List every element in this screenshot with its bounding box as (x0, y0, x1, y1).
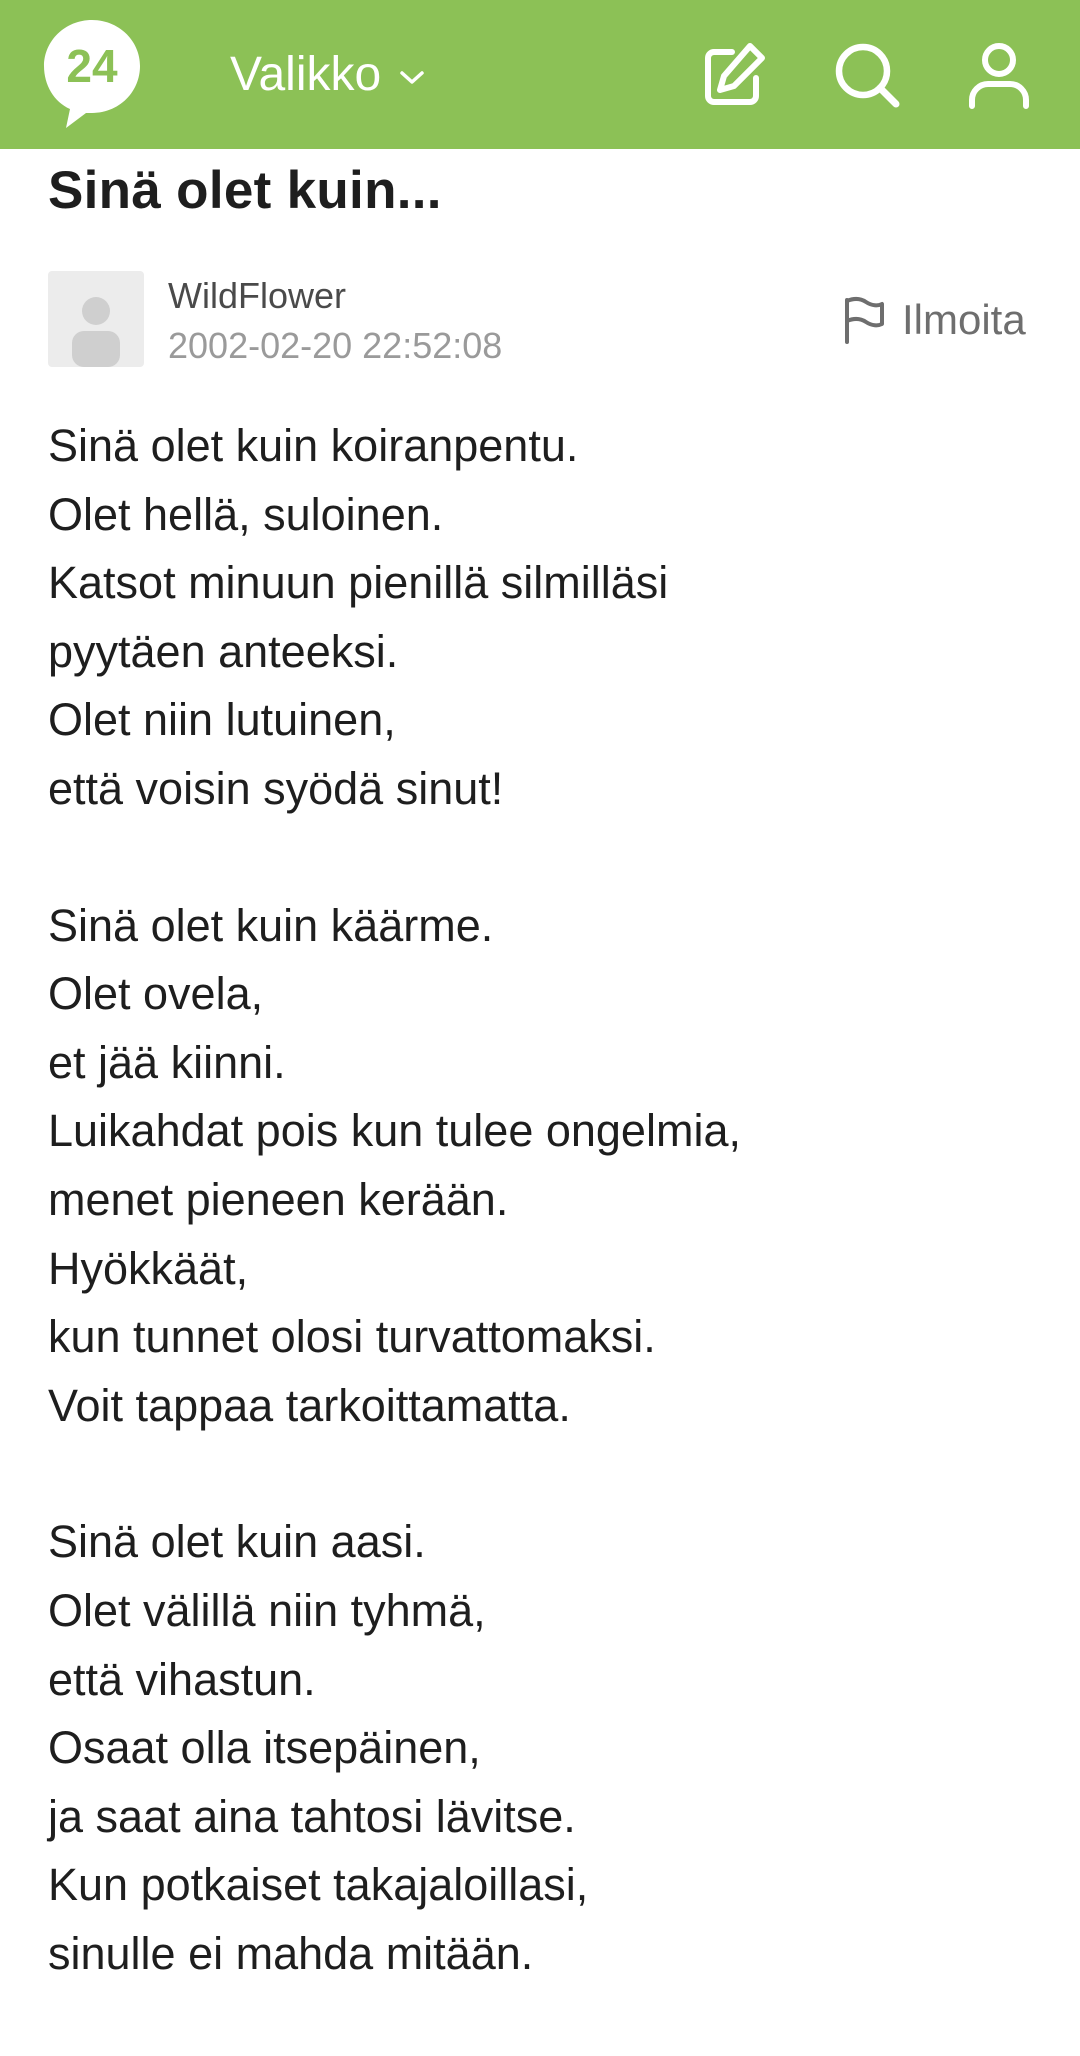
menu-label: Valikko (230, 47, 382, 101)
poem-line: Voit tappaa tarkoittamatta. (48, 1379, 571, 1431)
poem-line: että voisin syödä sinut! (48, 762, 504, 814)
poem-line: menet pieneen kerään. (48, 1173, 509, 1225)
report-button[interactable]: Ilmoita (842, 296, 1026, 344)
top-navigation-bar: 24 Valikko (0, 0, 1080, 149)
poem-line: Sinä olet kuin aasi. (48, 1516, 426, 1568)
logo-bubble-icon: 24 (44, 20, 140, 128)
poem-line: pyytäen anteeksi. (48, 625, 399, 677)
search-icon (835, 43, 900, 108)
poem-line: Kun potkaiset takajaloillasi, (48, 1859, 589, 1911)
report-label: Ilmoita (902, 296, 1026, 343)
chevron-down-icon (400, 71, 424, 84)
poem-line: Olet niin lutuinen, (48, 694, 396, 746)
post-timestamp: 2002-02-20 22:52:08 (168, 325, 503, 366)
poem-line: Olet hellä, suloinen. (48, 488, 444, 540)
poem-line: Olet ovela, (48, 968, 264, 1020)
poem-line: Sinä olet kuin koiranpentu. (48, 420, 579, 471)
menu-dropdown-button[interactable]: Valikko (230, 44, 425, 104)
poem-line: Hyökkäät, (48, 1242, 249, 1294)
stanza: Sinä olet kuin koiranpentu. Olet hellä, … (48, 412, 1048, 824)
new-post-button[interactable] (698, 40, 768, 110)
poem-line: kun tunnet olosi turvattomaksi. (48, 1311, 656, 1363)
stanza: Sinä olet kuin käärme. Olet ovela, et jä… (48, 892, 1048, 1441)
poem-line: että vihastun. (48, 1653, 316, 1705)
poem-line: et jää kiinni. (48, 1036, 286, 1088)
poem-line: sinulle ei mahda mitään. (48, 1927, 534, 1979)
post-body: Sinä olet kuin koiranpentu. Olet hellä, … (48, 412, 1048, 2056)
poem-line: Luikahdat pois kun tulee ongelmia, (48, 1105, 741, 1157)
poem-line: Osaat olla itsepäinen, (48, 1722, 481, 1774)
avatar (48, 271, 144, 367)
logo-text: 24 (66, 40, 118, 92)
author-name[interactable]: WildFlower (168, 275, 346, 317)
account-button[interactable] (964, 40, 1034, 110)
poem-line: Olet välillä niin tyhmä, (48, 1584, 486, 1636)
poem-line: ja saat aina tahtosi lävitse. (48, 1790, 576, 1842)
user-placeholder-icon (72, 297, 120, 367)
search-button[interactable] (832, 40, 902, 110)
page-title: Sinä olet kuin... (48, 161, 442, 220)
poem-line: Katsot minuun pienillä silmilläsi (48, 557, 669, 609)
edit-icon (705, 43, 765, 105)
poem-line: Sinä olet kuin käärme. (48, 899, 494, 951)
stanza: Sinä olet kuin aasi. Olet välillä niin t… (48, 1508, 1048, 1988)
flag-icon (845, 296, 884, 344)
site-logo[interactable]: 24 (42, 18, 142, 130)
user-icon (969, 43, 1029, 109)
